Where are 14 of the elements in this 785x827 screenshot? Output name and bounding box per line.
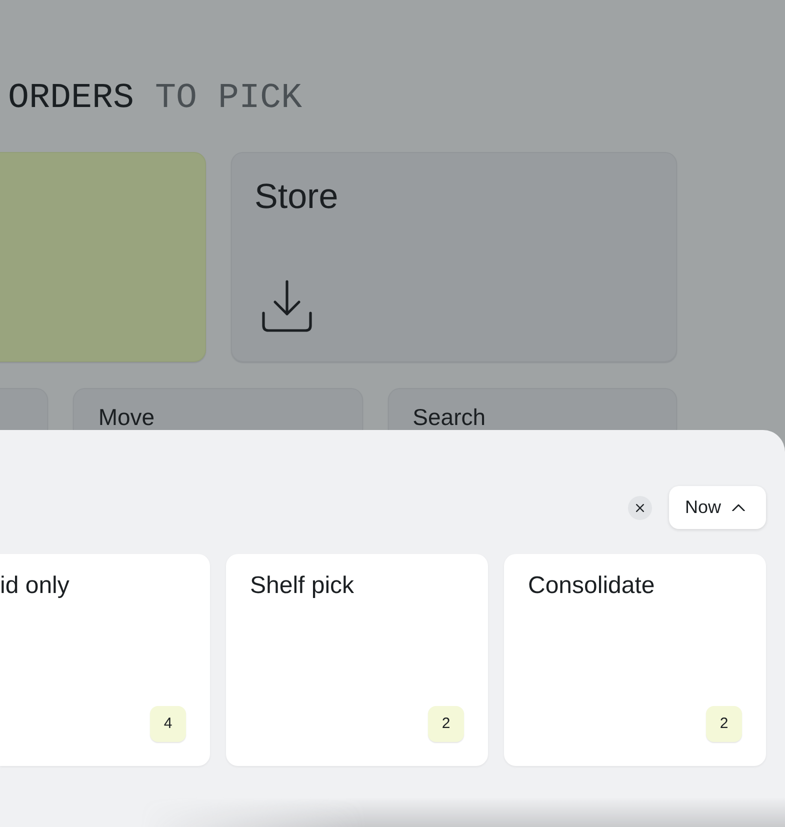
count-badge: 2 [706, 706, 742, 742]
time-dropdown[interactable]: Now [668, 486, 766, 529]
close-button[interactable] [628, 496, 652, 520]
action-tile[interactable]: Store [230, 152, 677, 362]
download-icon [262, 280, 312, 332]
pick-card[interactable]: id only 4 [0, 554, 210, 766]
pick-card[interactable]: Consolidate 2 [504, 554, 766, 766]
chevron-up-icon [732, 504, 745, 512]
close-icon [636, 504, 644, 512]
count-badge: 4 [150, 706, 186, 742]
count-badge: 2 [428, 706, 464, 742]
heading-text: ORDERS [8, 78, 134, 118]
heading-muted-text: TO PICK [155, 78, 302, 118]
pick-card[interactable]: Shelf pick 2 [226, 554, 488, 766]
